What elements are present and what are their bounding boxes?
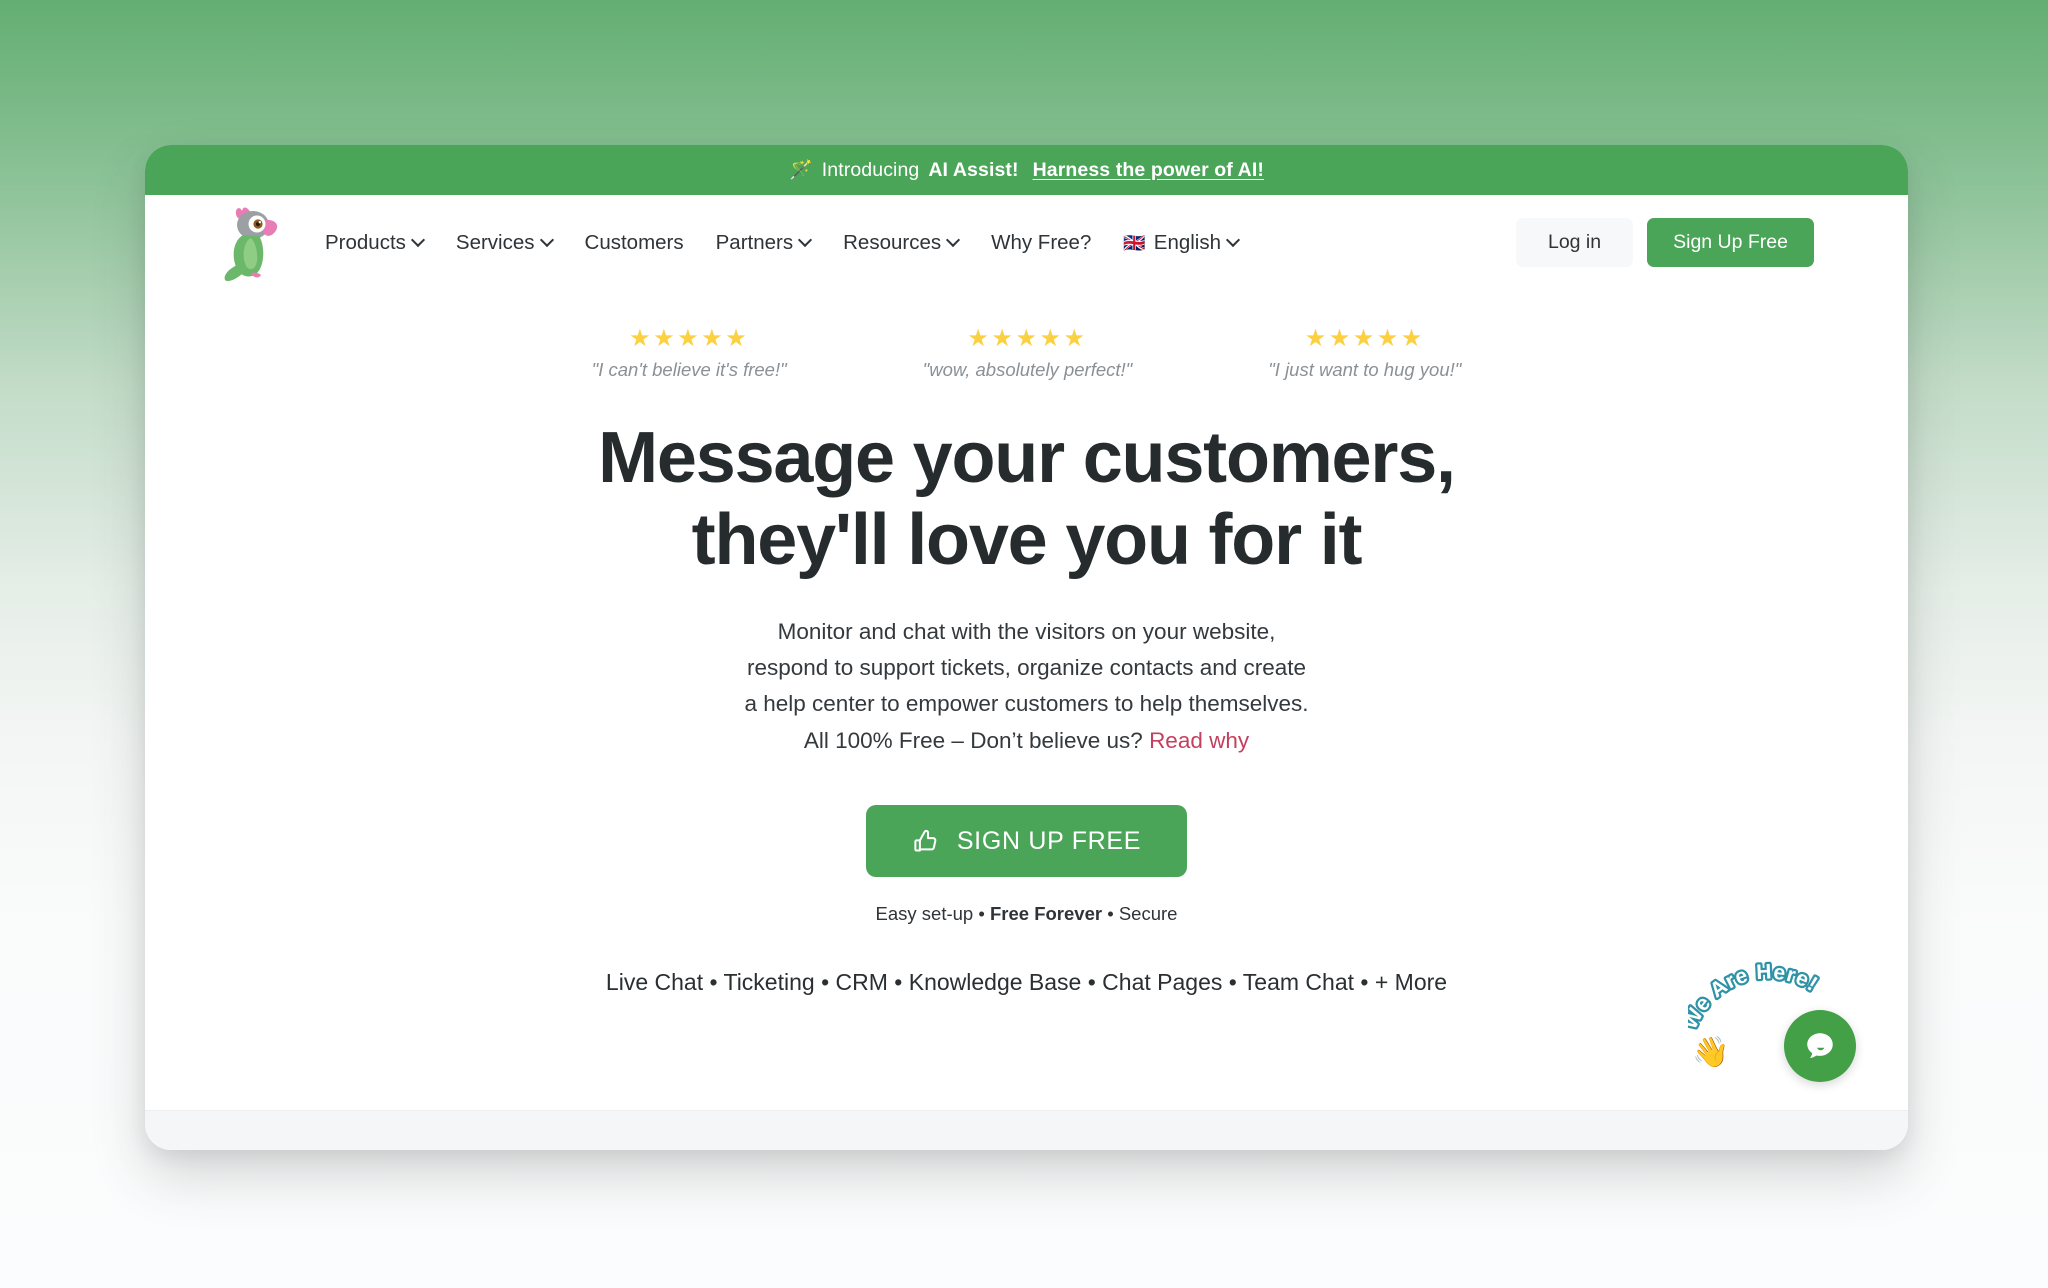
nav-label: Customers (584, 230, 684, 254)
nav-item-products[interactable]: Products (309, 223, 440, 263)
nav-item-resources[interactable]: Resources (827, 223, 975, 263)
login-button[interactable]: Log in (1515, 218, 1634, 267)
testimonial-3: ★★★★★ "I just want to hug you!" (1268, 325, 1462, 381)
nav-label: Partners (715, 230, 794, 254)
testimonial-2: ★★★★★ "wow, absolutely perfect!" (922, 325, 1133, 381)
read-why-link[interactable]: Read why (1149, 728, 1249, 753)
chat-widget: We Are Here! 👋 (1686, 952, 1856, 1082)
main-navigation-bar: Products Services Customers Partners Res… (145, 195, 1908, 290)
trust-free-forever: Free Forever (989, 903, 1103, 925)
testimonial-quote: "I just want to hug you!" (1268, 359, 1462, 381)
nav-item-customers[interactable]: Customers (569, 223, 700, 263)
star-rating-icon: ★★★★★ (629, 325, 750, 352)
thumbs-up-icon (914, 829, 937, 852)
uk-flag-icon: 🇬🇧 (1123, 232, 1146, 253)
trust-badges-line: Easy set-up • Free Forever • Secure (876, 903, 1178, 925)
chat-bubble-icon (1807, 1033, 1833, 1059)
testimonial-quote: "wow, absolutely perfect!" (922, 359, 1133, 381)
hero-subheading: Monitor and chat with the visitors on yo… (744, 614, 1308, 760)
feature-list-line: Live Chat • Ticketing • CRM • Knowledge … (605, 969, 1448, 996)
magic-wand-icon: 🪄 (789, 159, 813, 181)
hero-headline: Message your customers, they'll love you… (598, 417, 1456, 581)
chevron-down-icon (413, 235, 424, 246)
chevron-down-icon (1228, 235, 1239, 246)
trust-secure: • Secure (1102, 903, 1178, 925)
headline-line-2: they'll love you for it (691, 500, 1363, 581)
announcement-product-name: AI Assist! (928, 158, 1019, 181)
announcement-link[interactable]: Harness the power of AI! (1033, 159, 1264, 182)
subhead-line-2: respond to support tickets, organize con… (746, 654, 1307, 680)
announcement-banner: 🪄 Introducing AI Assist! Harness the pow… (145, 145, 1908, 195)
nav-item-language-selector[interactable]: 🇬🇧 English (1107, 223, 1255, 263)
parrot-logo[interactable] (221, 203, 287, 283)
trust-easy-setup: Easy set-up • (875, 903, 990, 925)
star-rating-icon: ★★★★★ (1304, 325, 1425, 352)
chevron-down-icon (542, 235, 553, 246)
chevron-down-icon (948, 235, 959, 246)
testimonials-row: ★★★★★ "I can't believe it's free!" ★★★★★… (591, 325, 1462, 381)
nav-label: English (1153, 230, 1222, 254)
chevron-down-icon (800, 235, 811, 246)
hero-section: ★★★★★ "I can't believe it's free!" ★★★★★… (145, 290, 1908, 1110)
subhead-line-4: All 100% Free – Don’t believe us? (803, 727, 1150, 753)
signup-free-nav-button[interactable]: Sign Up Free (1647, 218, 1814, 267)
headline-line-1: Message your customers, (598, 418, 1456, 499)
nav-item-why-free[interactable]: Why Free? (975, 223, 1107, 263)
testimonial-1: ★★★★★ "I can't believe it's free!" (591, 325, 787, 381)
testimonial-quote: "I can't believe it's free!" (591, 359, 787, 381)
nav-links: Products Services Customers Partners Res… (309, 223, 1255, 263)
signup-free-cta-button[interactable]: SIGN UP FREE (865, 805, 1188, 878)
waving-hand-icon: 👋 (1692, 1036, 1730, 1069)
nav-label: Why Free? (991, 230, 1092, 254)
nav-label: Services (455, 230, 535, 254)
subhead-line-3: a help center to empower customers to he… (744, 691, 1309, 717)
star-rating-icon: ★★★★★ (967, 325, 1088, 352)
nav-label: Resources (843, 230, 942, 254)
cta-label: SIGN UP FREE (956, 826, 1142, 855)
nav-label: Products (325, 230, 406, 254)
nav-item-partners[interactable]: Partners (700, 223, 827, 263)
announcement-text: Introducing (821, 158, 920, 181)
nav-item-services[interactable]: Services (440, 223, 569, 263)
subhead-line-1: Monitor and chat with the visitors on yo… (777, 618, 1276, 644)
card-footer-strip (145, 1110, 1908, 1150)
chat-launcher-button[interactable] (1784, 1010, 1856, 1082)
nav-actions: Log in Sign Up Free (1515, 218, 1814, 267)
browser-page-card: 🪄 Introducing AI Assist! Harness the pow… (145, 145, 1908, 1150)
